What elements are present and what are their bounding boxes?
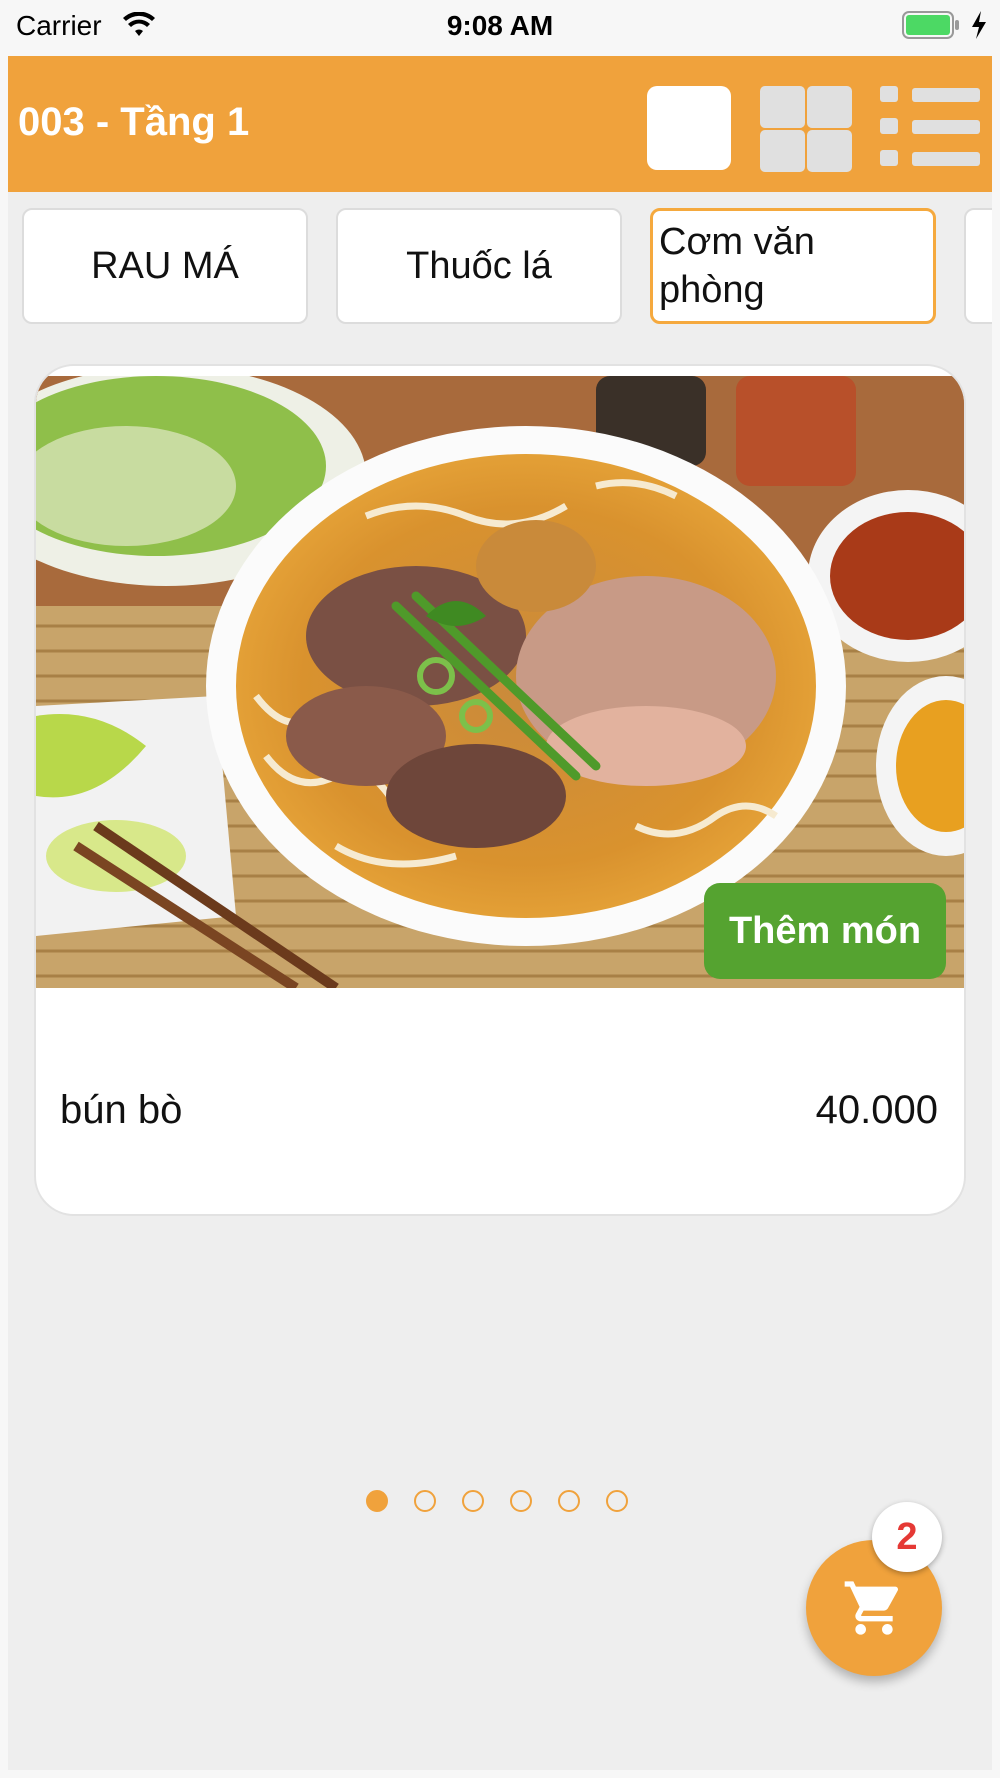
category-label: Thuốc lá — [406, 244, 552, 287]
category-tab-thuoc-la[interactable]: Thuốc lá — [336, 208, 622, 324]
product-price: 40.000 — [815, 1088, 938, 1132]
category-tab-rau-ma[interactable]: RAU MÁ — [22, 208, 308, 324]
grid-view-button[interactable] — [754, 82, 854, 172]
cart-count-badge: 2 — [872, 1502, 942, 1572]
page-dot-3[interactable] — [462, 1490, 484, 1512]
category-label: RAU MÁ — [91, 244, 239, 287]
product-card[interactable]: Thêm món bún bò 40.000 — [34, 364, 966, 1216]
category-tab-com-van-phong[interactable]: Cơm văn phòng — [650, 208, 936, 324]
single-view-icon — [647, 86, 731, 170]
category-label: Cơm văn phòng — [659, 221, 815, 311]
header-bar: 003 - Tầng 1 — [8, 56, 992, 192]
list-view-button[interactable] — [870, 82, 980, 172]
single-view-button[interactable] — [638, 82, 738, 172]
page-dot-4[interactable] — [510, 1490, 532, 1512]
page-dot-1[interactable] — [366, 1490, 388, 1512]
page-dot-6[interactable] — [606, 1490, 628, 1512]
product-name: bún bò — [60, 1088, 183, 1132]
shopping-cart-icon — [844, 1581, 899, 1635]
status-bar: Carrier 9:08 AM — [0, 0, 1000, 54]
charging-bolt-icon — [972, 11, 986, 39]
app-frame: 003 - Tầng 1 RAU MÁ Thuốc lá Cơm văn phò… — [8, 56, 992, 1770]
add-item-button[interactable]: Thêm món — [704, 883, 946, 979]
page-dot-5[interactable] — [558, 1490, 580, 1512]
category-tabs: RAU MÁ Thuốc lá Cơm văn phòng — [8, 206, 992, 330]
clock: 9:08 AM — [446, 10, 554, 41]
category-tab-partial[interactable] — [964, 208, 992, 324]
battery-icon — [902, 11, 959, 39]
page-indicator — [366, 1490, 656, 1522]
page-dot-2[interactable] — [414, 1490, 436, 1512]
page-title: 003 - Tầng 1 — [18, 100, 250, 144]
